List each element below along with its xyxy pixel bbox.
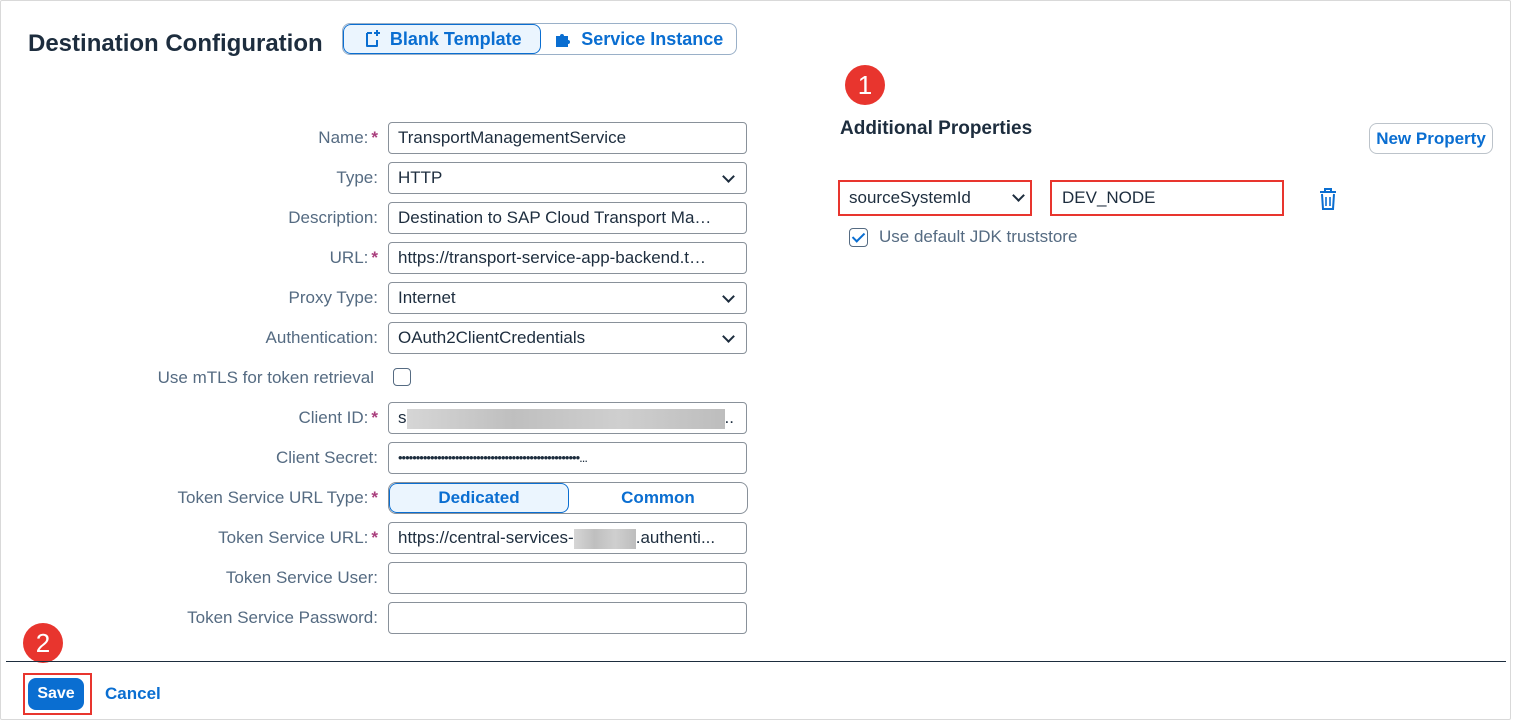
name-label: Name: * xyxy=(318,128,378,147)
url-row: URL: * https://transport-service-app-back… xyxy=(0,242,760,274)
tab-service-instance[interactable]: Service Instance xyxy=(541,24,737,54)
jdk-truststore-checkbox[interactable] xyxy=(849,228,868,247)
url-input[interactable]: https://transport-service-app-backend.ts… xyxy=(388,242,747,274)
puzzle-icon xyxy=(556,34,571,47)
url-label: URL: * xyxy=(329,248,378,267)
new-document-icon xyxy=(365,30,380,47)
token-url-type-row: Token Service URL Type: * Dedicated Commo… xyxy=(0,482,760,514)
client-id-input[interactable]: s.. xyxy=(388,402,747,434)
client-secret-row: Client Secret: •••••••••••••••••••••••••… xyxy=(0,442,760,474)
cancel-button[interactable]: Cancel xyxy=(105,684,161,704)
new-property-button[interactable]: New Property xyxy=(1369,123,1493,154)
authentication-row: Authentication: OAuth2ClientCredentials xyxy=(0,322,760,354)
redacted-value xyxy=(406,408,725,429)
authentication-label: Authentication: xyxy=(265,328,378,347)
token-user-input[interactable] xyxy=(388,562,747,594)
proxy-type-select[interactable]: Internet xyxy=(388,282,747,314)
jdk-truststore-label: Use default JDK truststore xyxy=(879,227,1078,246)
mtls-row: Use mTLS for token retrieval xyxy=(0,362,760,394)
type-label: Type: xyxy=(336,168,378,187)
footer-divider xyxy=(6,661,1506,662)
type-row: Type: HTTP xyxy=(0,162,760,194)
tab-blank-template-label: Blank Template xyxy=(389,28,522,49)
template-segmented-control: Blank Template Service Instance xyxy=(342,23,737,55)
common-option[interactable]: Common xyxy=(569,483,747,513)
page-title: Destination Configuration xyxy=(28,30,323,57)
token-url-row: Token Service URL: * https://central-serv… xyxy=(0,522,760,554)
client-secret-label: Client Secret: xyxy=(275,448,378,467)
token-password-label: Token Service Password: xyxy=(187,608,378,627)
client-id-label: Client ID: * xyxy=(298,408,378,427)
tab-service-instance-label: Service Instance xyxy=(581,28,724,49)
dedicated-option[interactable]: Dedicated xyxy=(389,483,569,513)
name-row: Name: * TransportManagementService xyxy=(0,122,760,154)
additional-properties-title: Additional Properties xyxy=(840,118,1033,139)
type-select[interactable]: HTTP xyxy=(388,162,747,194)
tab-blank-template[interactable]: Blank Template xyxy=(343,24,541,54)
trash-icon[interactable] xyxy=(1317,187,1339,211)
description-label: Description: xyxy=(288,208,378,227)
highlight-frame xyxy=(1050,180,1284,216)
description-input[interactable]: Destination to SAP Cloud Transport Mana.… xyxy=(388,202,747,234)
proxy-type-label: Proxy Type: xyxy=(288,288,378,307)
token-url-type-label: Token Service URL Type: * xyxy=(177,488,379,507)
token-url-input[interactable]: https://central-services- .authenti... xyxy=(388,522,747,554)
mtls-checkbox[interactable] xyxy=(393,368,411,386)
token-url-label: Token Service URL: * xyxy=(218,528,378,547)
step-badge-2: 2 xyxy=(23,623,63,663)
client-secret-input[interactable]: ••••••••••••••••••••••••••••••••••••••••… xyxy=(388,442,747,474)
step-badge-1: 1 xyxy=(845,65,885,105)
redacted-value xyxy=(573,528,636,549)
token-user-label: Token Service User: xyxy=(225,568,378,587)
authentication-select[interactable]: OAuth2ClientCredentials xyxy=(388,322,747,354)
mtls-label: Use mTLS for token retrieval xyxy=(157,368,374,387)
token-password-input[interactable] xyxy=(388,602,747,634)
client-id-row: Client ID: * s.. xyxy=(0,402,760,434)
token-url-type-toggle: Dedicated Common xyxy=(388,482,748,514)
proxy-type-row: Proxy Type: Internet xyxy=(0,282,760,314)
description-row: Description: Destination to SAP Cloud Tr… xyxy=(0,202,760,234)
highlight-frame xyxy=(838,180,1032,216)
token-user-row: Token Service User: xyxy=(0,562,760,594)
highlight-frame xyxy=(23,673,92,715)
name-input[interactable]: TransportManagementService xyxy=(388,122,747,154)
token-password-row: Token Service Password: xyxy=(0,602,760,634)
